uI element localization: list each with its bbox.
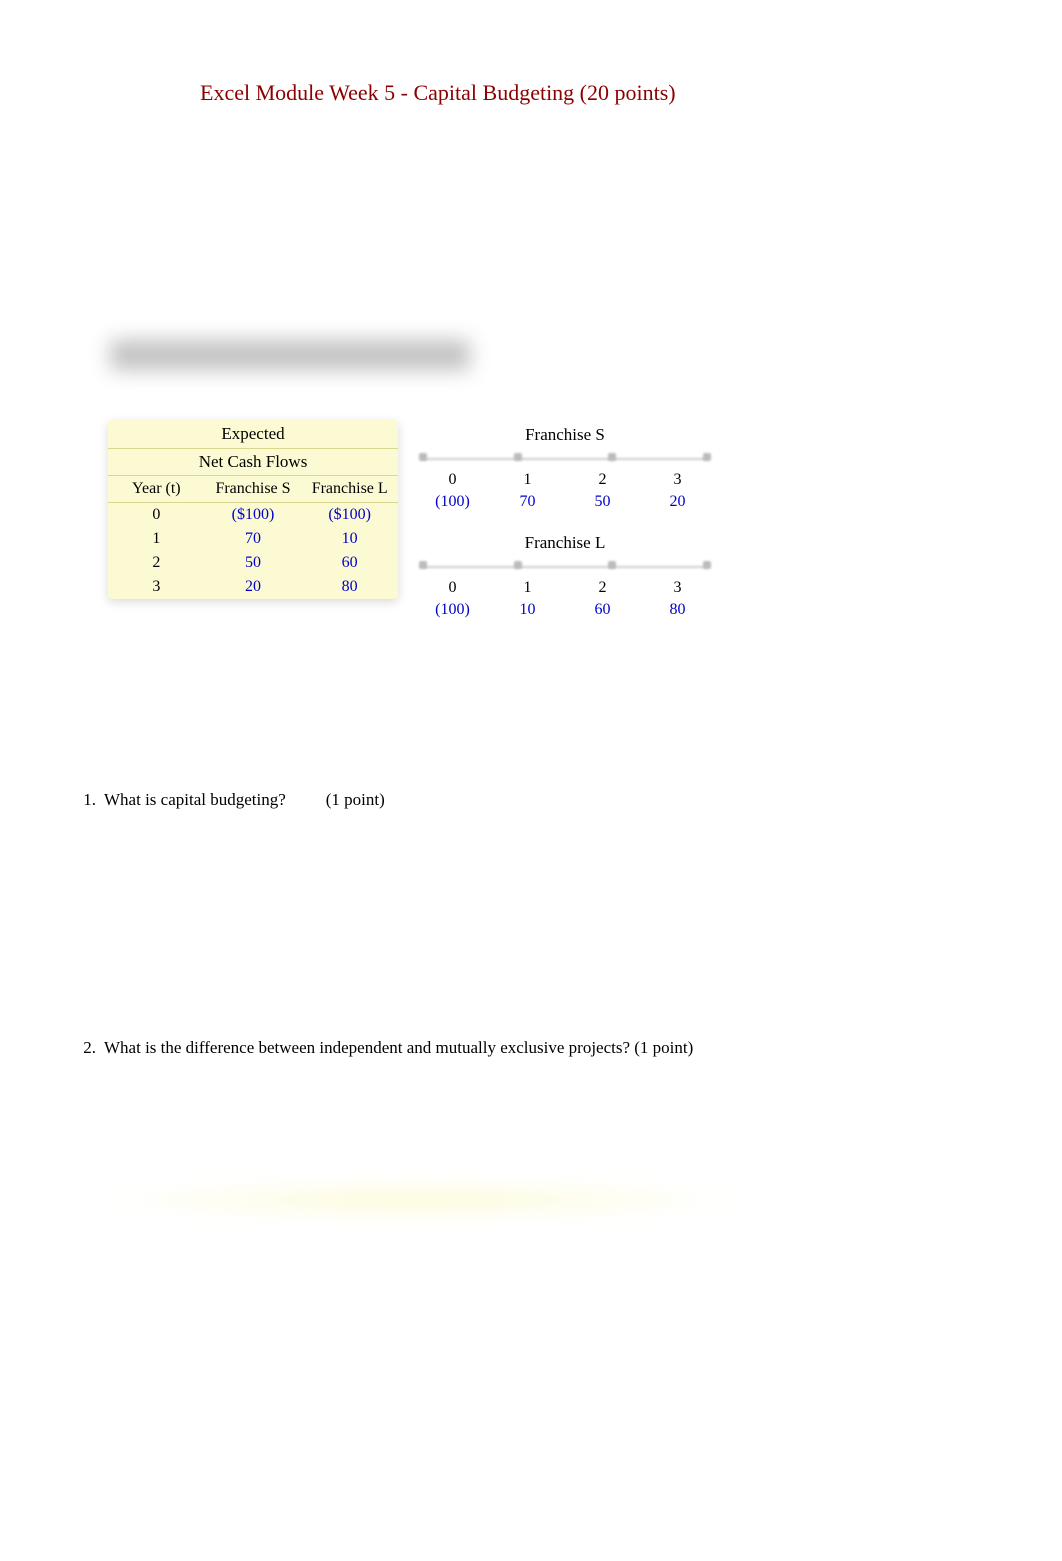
question-points: (1 point) (326, 790, 385, 810)
cell-year: 0 (108, 503, 205, 527)
blurred-section-heading (110, 340, 470, 370)
question-text: What is the difference between independe… (104, 1038, 693, 1058)
table-row: 0 ($100) ($100) (108, 503, 398, 527)
timeline-axis (423, 451, 707, 465)
cell-l: 80 (301, 575, 398, 599)
period: 2 (565, 577, 640, 599)
cell-l: 60 (301, 551, 398, 575)
timeline-tick (514, 561, 522, 569)
timeline-line (423, 458, 707, 460)
timeline-axis (423, 559, 707, 573)
value: 10 (490, 599, 565, 621)
table-row: 1 70 10 (108, 527, 398, 551)
timeline-values: (100) 10 60 80 (415, 599, 715, 621)
period: 1 (490, 469, 565, 491)
value: 60 (565, 599, 640, 621)
value: (100) (415, 599, 490, 621)
cell-l: ($100) (301, 503, 398, 527)
timeline-tick (514, 453, 522, 461)
expected-cash-flows-table: Expected Net Cash Flows Year (t) Franchi… (108, 420, 398, 599)
franchise-s-title: Franchise S (415, 425, 715, 445)
period: 3 (640, 577, 715, 599)
cell-l: 10 (301, 527, 398, 551)
value: 20 (640, 491, 715, 513)
cell-s: 50 (205, 551, 302, 575)
period: 0 (415, 577, 490, 599)
col-franchise-s: Franchise S (205, 476, 302, 502)
page-title: Excel Module Week 5 - Capital Budgeting … (200, 80, 676, 106)
question-text: What is capital budgeting? (104, 790, 286, 810)
question-number: 1. (76, 790, 96, 810)
timeline-values: (100) 70 50 20 (415, 491, 715, 513)
timeline-tick (608, 561, 616, 569)
table-header-line1: Expected (108, 420, 398, 449)
question-2: 2. What is the difference between indepe… (76, 1038, 693, 1058)
table-row: 2 50 60 (108, 551, 398, 575)
bottom-blur-region (90, 1180, 750, 1220)
franchise-s-timeline: Franchise S 0 1 2 3 (100) 70 50 20 (415, 425, 715, 513)
question-1: 1. What is capital budgeting? (1 point) (76, 790, 385, 810)
value: 80 (640, 599, 715, 621)
value: 50 (565, 491, 640, 513)
cell-s: ($100) (205, 503, 302, 527)
timeline-tick (419, 561, 427, 569)
cell-s: 70 (205, 527, 302, 551)
timeline-tick (419, 453, 427, 461)
cell-year: 3 (108, 575, 205, 599)
cell-year: 2 (108, 551, 205, 575)
value: (100) (415, 491, 490, 513)
period: 2 (565, 469, 640, 491)
table-column-headers: Year (t) Franchise S Franchise L (108, 476, 398, 503)
table-header-line2: Net Cash Flows (108, 449, 398, 476)
value: 70 (490, 491, 565, 513)
timeline-tick (608, 453, 616, 461)
col-year: Year (t) (108, 476, 205, 502)
col-franchise-l: Franchise L (301, 476, 398, 502)
period: 3 (640, 469, 715, 491)
franchise-l-title: Franchise L (415, 533, 715, 553)
timeline-line (423, 566, 707, 568)
timeline-periods: 0 1 2 3 (415, 469, 715, 491)
cell-s: 20 (205, 575, 302, 599)
table-row: 3 20 80 (108, 575, 398, 599)
period: 1 (490, 577, 565, 599)
question-number: 2. (76, 1038, 96, 1058)
timeline-tick (703, 453, 711, 461)
franchise-l-timeline: Franchise L 0 1 2 3 (100) 10 60 80 (415, 533, 715, 621)
timeline-periods: 0 1 2 3 (415, 577, 715, 599)
period: 0 (415, 469, 490, 491)
cell-year: 1 (108, 527, 205, 551)
timeline-tick (703, 561, 711, 569)
